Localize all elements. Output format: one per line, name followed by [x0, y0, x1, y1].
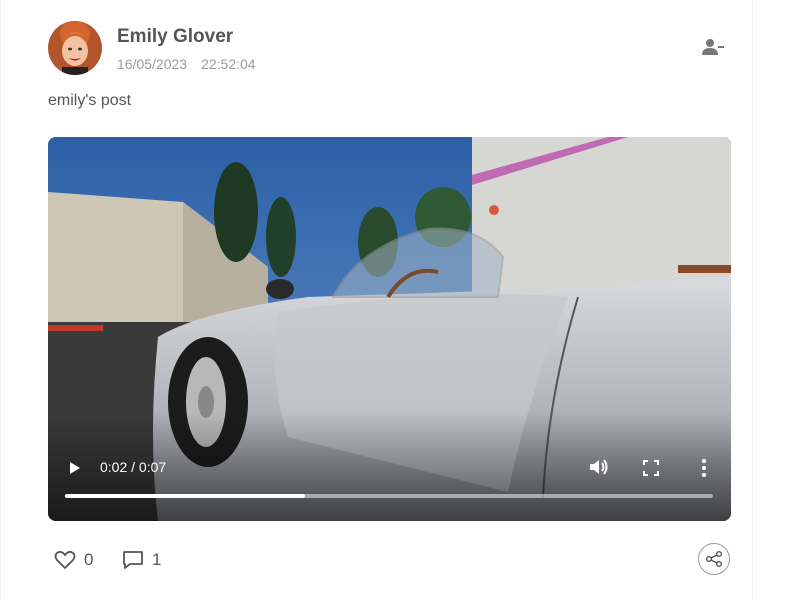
- fullscreen-icon: [643, 460, 659, 476]
- author-name[interactable]: Emily Glover: [117, 26, 233, 48]
- unfollow-button[interactable]: [701, 37, 725, 59]
- like-button[interactable]: 0: [54, 548, 93, 572]
- card-border-left: [0, 0, 1, 600]
- comment-button[interactable]: 1: [122, 548, 161, 572]
- share-button[interactable]: [698, 543, 730, 575]
- comment-icon: [123, 551, 143, 569]
- volume-icon: [590, 459, 608, 475]
- post-text: emily's post: [48, 92, 132, 109]
- post-timestamp: 16/05/2023 22:52:04: [117, 56, 256, 72]
- post-time: 22:52:04: [201, 56, 256, 72]
- card-border-right: [752, 0, 753, 600]
- like-count: 0: [84, 550, 94, 569]
- post-card: Emily Glover 16/05/2023 22:52:04 emily's …: [0, 0, 800, 600]
- play-icon: [70, 462, 80, 474]
- volume-button[interactable]: [588, 457, 610, 477]
- avatar[interactable]: [48, 21, 102, 75]
- more-vertical-icon: [702, 459, 706, 477]
- video-time: 0:02 / 0:07: [100, 459, 167, 475]
- user-minus-icon: [702, 39, 724, 55]
- heart-icon: [54, 550, 76, 570]
- share-icon: [706, 551, 722, 567]
- video-progress-bar[interactable]: [65, 494, 713, 498]
- fullscreen-button[interactable]: [642, 459, 660, 477]
- post-date: 16/05/2023: [117, 56, 188, 72]
- play-button[interactable]: [66, 458, 84, 478]
- more-options-button[interactable]: [698, 457, 710, 479]
- video-player[interactable]: 0:02 / 0:07: [48, 137, 731, 521]
- comment-count: 1: [152, 550, 162, 569]
- video-progress-fill: [65, 494, 305, 498]
